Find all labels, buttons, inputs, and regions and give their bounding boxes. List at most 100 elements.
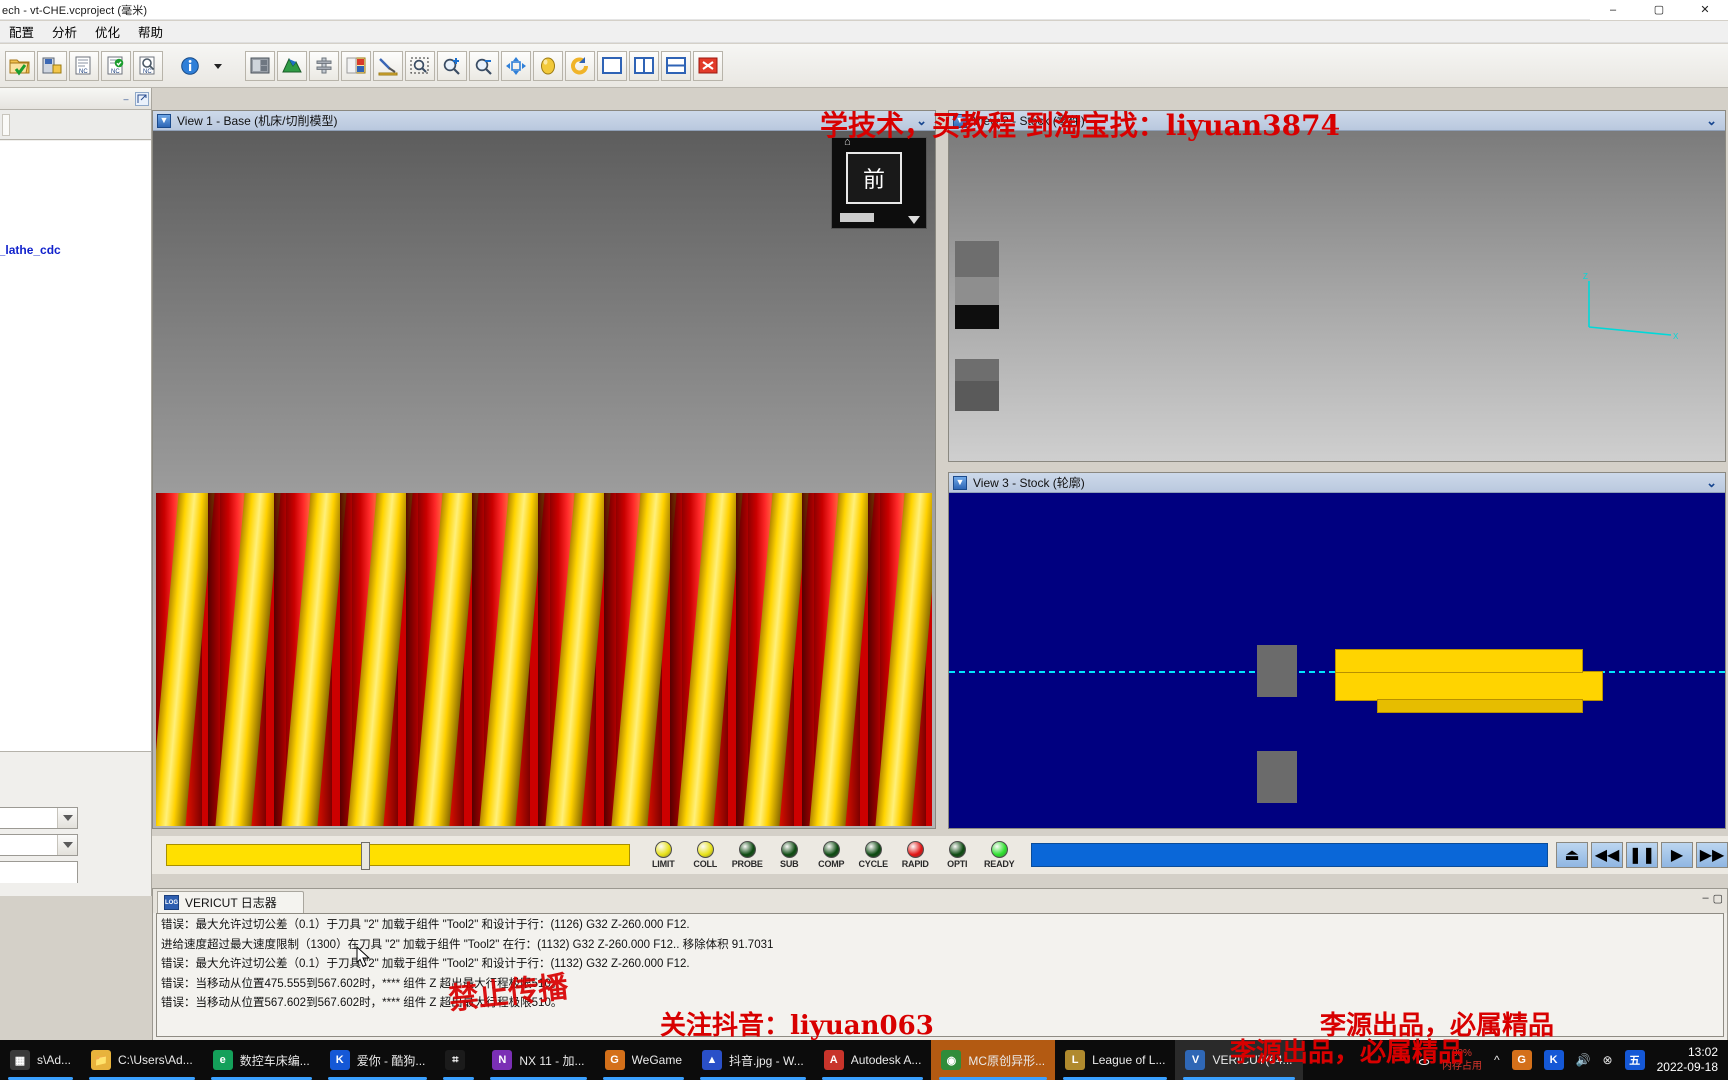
close-button[interactable]: ✕ [1682, 0, 1728, 20]
info-icon[interactable] [177, 51, 203, 81]
menu-analysis[interactable]: 分析 [43, 20, 86, 43]
measure-icon[interactable] [373, 50, 403, 81]
status-light-ready[interactable]: READY [979, 841, 1019, 869]
panel-minimize-button[interactable]: – [119, 92, 133, 106]
nc-program-search-icon[interactable]: NC [133, 50, 163, 81]
machine-view-icon[interactable] [245, 50, 275, 81]
zoom-box-icon[interactable] [405, 50, 435, 81]
taskbar-item-lol[interactable]: L League of L... [1055, 1040, 1175, 1080]
dropdown-arrow-icon[interactable] [205, 51, 231, 81]
nc-program-list-icon[interactable]: NC [69, 50, 99, 81]
menu-config[interactable]: 配置 [0, 20, 43, 43]
tray-ime-icon[interactable]: 五 [1624, 1050, 1645, 1070]
tray-kugou-icon[interactable]: K [1543, 1050, 1564, 1070]
tray-network-icon[interactable]: ⊗ [1603, 1053, 1613, 1067]
rotate-icon[interactable] [565, 50, 595, 81]
taskbar-item-wegame[interactable]: G WeGame [595, 1040, 692, 1080]
stock-sphere-icon[interactable] [533, 50, 563, 81]
view-1-titlebar[interactable]: ▼ View 1 - Base (机床/切削模型) ⌄ [153, 111, 935, 131]
dual-view-icon[interactable] [629, 50, 659, 81]
footer-field-3[interactable] [0, 861, 78, 883]
fast-forward-button[interactable]: ▶▶ [1696, 842, 1728, 868]
taskbar-item-mastercam[interactable]: ◉ MC原创异形... [931, 1040, 1056, 1080]
status-lights-row: LIMIT COLL PROBE SUB COMP CYCLE RAPID OPTI READY [643, 841, 1019, 869]
taskbar-item-browser[interactable]: e 数控车床编... [203, 1040, 320, 1080]
pause-button[interactable]: ❚❚ [1626, 842, 1658, 868]
save-project-icon[interactable] [37, 50, 67, 81]
view-3-titlebar[interactable]: ▼ View 3 - Stock (轮廓) ⌄ [949, 473, 1725, 493]
log-minimize-button[interactable]: – [1702, 892, 1708, 905]
taskbar-item-explorer-1[interactable]: ▦ s\Ad... [0, 1040, 81, 1080]
split-view-icon[interactable] [661, 50, 691, 81]
view-2-titlebar[interactable]: ▼ View 2 - Stock (零件) ⌄ [949, 111, 1725, 131]
panel-undock-icon[interactable] [135, 91, 149, 106]
rewind-button[interactable]: ◀◀ [1591, 842, 1623, 868]
single-view-icon[interactable] [597, 50, 627, 81]
tree-node-machine[interactable]: s_turret_lathe_cdc [0, 241, 63, 259]
project-tree[interactable]: s_turret_lathe_cdc [0, 141, 151, 751]
menu-help[interactable]: 帮助 [129, 20, 172, 43]
speed-slider-handle[interactable] [360, 842, 370, 870]
chevron-down-icon[interactable] [57, 835, 77, 855]
orientation-cube-dropdown-icon[interactable] [908, 216, 920, 224]
log-maximize-button[interactable]: ▢ [1713, 892, 1723, 905]
status-light-cycle[interactable]: CYCLE [853, 841, 893, 869]
footer-dropdown-2[interactable] [0, 834, 78, 856]
taskbar-item-photo[interactable]: ▲ 抖音.jpg - W... [692, 1040, 814, 1080]
view-1-collapse-icon[interactable]: ⌄ [916, 113, 931, 129]
fit-icon[interactable] [501, 50, 531, 81]
menu-optimize[interactable]: 优化 [86, 20, 129, 43]
tray-user-icon[interactable]: ᯆ [1418, 1052, 1430, 1069]
status-light-label: CYCLE [858, 859, 888, 869]
project-panel-tool-slot[interactable] [2, 113, 10, 136]
simulation-progress-bar[interactable] [1030, 843, 1548, 867]
tool-manager-icon[interactable] [341, 50, 371, 81]
tray-chevron-icon[interactable]: ^ [1494, 1053, 1500, 1067]
workpiece-icon[interactable] [277, 50, 307, 81]
zoom-in-icon[interactable] [437, 50, 467, 81]
status-light-limit[interactable]: LIMIT [643, 841, 683, 869]
view-3-collapse-icon[interactable]: ⌄ [1706, 475, 1721, 491]
status-light-rapid[interactable]: RAPID [895, 841, 935, 869]
orientation-cube-bar[interactable] [840, 213, 874, 222]
nc-program-check-icon[interactable]: NC [101, 50, 131, 81]
status-light-probe[interactable]: PROBE [727, 841, 767, 869]
status-light-sub[interactable]: SUB [769, 841, 809, 869]
view-1-canvas[interactable]: ⌂ 前 [153, 131, 935, 828]
status-light-comp[interactable]: COMP [811, 841, 851, 869]
maximize-button[interactable]: ▢ [1636, 0, 1682, 20]
tray-wegame-icon[interactable]: G [1511, 1050, 1532, 1070]
log-message-list[interactable]: 错误：最大允许过切公差（0.1）于刀具 "2" 加载于组件 "Tool2" 和设… [156, 913, 1724, 1037]
tray-volume-icon[interactable]: 🔊 [1576, 1053, 1591, 1067]
orientation-cube-face[interactable]: 前 [846, 152, 902, 204]
tab-vericut-log[interactable]: LOG VERICUT 日志器 [157, 891, 304, 913]
taskbar-item-vericut-label: VERICUT(64... [1212, 1053, 1293, 1067]
orientation-cube-widget[interactable]: ⌂ 前 [831, 136, 927, 229]
taskbar-item-explorer-2[interactable]: 📁 C:\Users\Ad... [81, 1040, 203, 1080]
reset-button[interactable]: ⏏ [1556, 842, 1588, 868]
close-view-icon[interactable] [693, 50, 723, 81]
fixture-icon[interactable] [309, 50, 339, 81]
status-light-label: SUB [780, 859, 799, 869]
minimize-button[interactable]: – [1590, 0, 1636, 20]
taskbar-item-kugou[interactable]: K 爱你 - 酷狗... [320, 1040, 436, 1080]
chevron-down-icon[interactable] [57, 808, 77, 828]
view-2-canvas[interactable]: Z X [949, 131, 1725, 461]
open-project-icon[interactable] [5, 50, 35, 81]
taskbar-item-vericut[interactable]: V VERICUT(64... [1175, 1040, 1303, 1080]
log-tab-label: VERICUT 日志器 [185, 896, 277, 910]
view-2-collapse-icon[interactable]: ⌄ [1706, 113, 1721, 129]
status-light-opti[interactable]: OPTI [937, 841, 977, 869]
taskbar-item-nx[interactable]: N NX 11 - 加... [482, 1040, 594, 1080]
project-panel-toolstrip[interactable] [0, 110, 151, 140]
taskbar-item-calculator[interactable]: ⌗ [435, 1040, 482, 1080]
view-3-canvas[interactable] [949, 493, 1725, 828]
home-icon[interactable]: ⌂ [844, 136, 851, 148]
taskbar-clock[interactable]: 13:02 2022-09-18 [1657, 1045, 1718, 1075]
speed-slider[interactable] [166, 842, 630, 870]
play-button[interactable]: ▶ [1661, 842, 1693, 868]
footer-dropdown-1[interactable] [0, 807, 78, 829]
zoom-out-icon[interactable] [469, 50, 499, 81]
taskbar-item-autodesk[interactable]: A Autodesk A... [814, 1040, 932, 1080]
status-light-coll[interactable]: COLL [685, 841, 725, 869]
